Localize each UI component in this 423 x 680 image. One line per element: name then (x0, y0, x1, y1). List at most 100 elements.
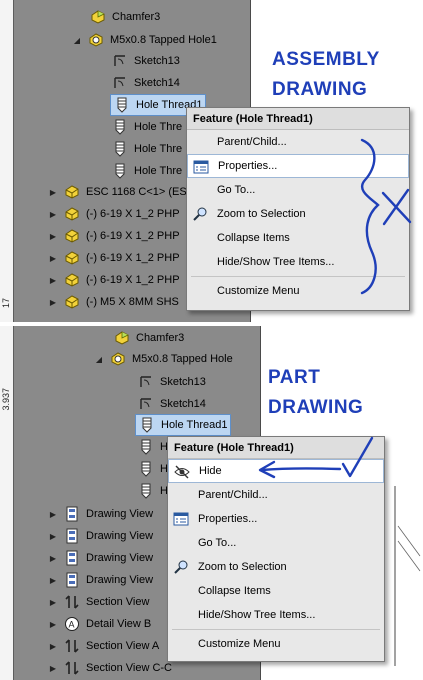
tree-item-sketch13[interactable]: Sketch13 (112, 50, 180, 72)
expand-arrow-icon[interactable]: ▶ (48, 598, 58, 607)
menu-item-go-to[interactable]: Go To... (168, 531, 384, 555)
ruler-label: 3.937 (1, 388, 11, 411)
tree-item-hole-thread[interactable]: Hole Thre (112, 138, 182, 160)
expand-arrow-icon[interactable]: ▶ (48, 664, 58, 673)
tree-item-section-view[interactable]: ▶ Section View C-C (48, 657, 172, 679)
part-icon (64, 272, 80, 288)
tree-item-component[interactable]: ▶ (-) M5 X 8MM SHS (48, 291, 179, 313)
expand-arrow-icon[interactable]: ▶ (48, 576, 58, 585)
sketch-icon (138, 396, 154, 412)
tree-item-label: (-) 6-19 X 1_2 PHP (86, 208, 180, 220)
tree-item-chamfer3[interactable]: Chamfer3 (114, 327, 184, 349)
tree-item-sketch14[interactable]: Sketch14 (112, 72, 180, 94)
chamfer-icon (90, 9, 106, 25)
cosmetic-thread-icon (112, 119, 128, 135)
tree-item-drawing-view[interactable]: ▶ Drawing View (48, 569, 153, 591)
zoom-icon (192, 206, 208, 222)
expand-arrow-icon[interactable]: ▶ (48, 210, 58, 219)
tree-item-hole-thread[interactable]: Hole Thre (112, 160, 182, 182)
section-view-icon (64, 638, 80, 654)
menu-item-parent-child[interactable]: Parent/Child... (168, 483, 384, 507)
ruler-label: 17 (1, 298, 11, 309)
menu-item-zoom-to-selection[interactable]: Zoom to Selection (168, 555, 384, 579)
menu-item-label: Collapse Items (198, 585, 271, 597)
tree-item-section-view[interactable]: ▶ Section View (48, 591, 149, 613)
tree-item-label: M5x0.8 Tapped Hole1 (110, 34, 217, 46)
collapse-arrow-icon[interactable]: ◢ (72, 36, 82, 45)
tree-item-label: Chamfer3 (112, 11, 161, 23)
menu-item-customize-menu[interactable]: Customize Menu (187, 279, 409, 303)
tree-item-tapped-hole[interactable]: ◢ M5x0.8 Tapped Hole1 (72, 29, 217, 51)
tree-item-detail-view[interactable]: ▶ A Detail View B (48, 613, 151, 635)
tree-item-hole-thread[interactable]: H (138, 480, 168, 502)
expand-arrow-icon[interactable]: ▶ (48, 276, 58, 285)
menu-item-customize-menu[interactable]: Customize Menu (168, 632, 384, 656)
chamfer-icon (114, 330, 130, 346)
tree-item-label: Hole Thre (134, 121, 183, 133)
part-icon (64, 250, 80, 266)
tree-item-label: Drawing View (86, 552, 154, 564)
menu-item-hide-show-tree-items[interactable]: Hide/Show Tree Items... (187, 250, 409, 274)
menu-item-properties[interactable]: Properties... (187, 154, 409, 178)
expand-arrow-icon[interactable]: ▶ (48, 510, 58, 519)
tree-item-component[interactable]: ▶ (-) 6-19 X 1_2 PHP (48, 203, 180, 225)
menu-item-collapse-items[interactable]: Collapse Items (168, 579, 384, 603)
context-menu: Feature (Hole Thread1) Hide Parent/Child… (167, 436, 385, 662)
tree-item-drawing-view[interactable]: ▶ Drawing View (48, 503, 153, 525)
tree-item-label: Hole Thread1 (161, 419, 228, 431)
menu-item-parent-child[interactable]: Parent/Child... (187, 130, 409, 154)
expand-arrow-icon[interactable]: ▶ (48, 554, 58, 563)
menu-item-zoom-to-selection[interactable]: Zoom to Selection (187, 202, 409, 226)
annotation-line: DRAWING (268, 397, 364, 418)
expand-arrow-icon[interactable]: ▶ (48, 298, 58, 307)
tree-item-drawing-view[interactable]: ▶ Drawing View (48, 525, 153, 547)
tree-item-chamfer3[interactable]: Chamfer3 (90, 6, 160, 28)
drawing-view-icon (64, 506, 80, 522)
sketch-icon (112, 75, 128, 91)
drawing-view-icon (64, 572, 80, 588)
collapse-arrow-icon[interactable]: ◢ (94, 355, 104, 364)
menu-item-label: Hide (199, 465, 222, 477)
annotation-text: ASSEMBLY DRAWING (272, 48, 380, 102)
tree-item-label: Section View A (86, 640, 160, 652)
expand-arrow-icon[interactable]: ▶ (48, 188, 58, 197)
menu-item-label: Go To... (217, 184, 256, 196)
tree-item-label: Section View (86, 596, 150, 608)
tree-item-tapped-hole[interactable]: ◢ M5x0.8 Tapped Hole (94, 348, 233, 370)
menu-item-go-to[interactable]: Go To... (187, 178, 409, 202)
menu-item-hide-show-tree-items[interactable]: Hide/Show Tree Items... (168, 603, 384, 627)
tree-item-hole-thread[interactable]: Hole Thre (112, 116, 182, 138)
vertical-ruler: 3.937 (0, 326, 14, 680)
tree-item-label: Drawing View (86, 508, 154, 520)
svg-text:A: A (69, 620, 75, 630)
tree-item-sketch14[interactable]: Sketch14 (138, 393, 206, 415)
tree-item-hole-thread[interactable]: H (138, 436, 168, 458)
menu-item-properties[interactable]: Properties... (168, 507, 384, 531)
menu-item-hide[interactable]: Hide (168, 459, 384, 483)
expand-arrow-icon[interactable]: ▶ (48, 620, 58, 629)
tree-item-label: Detail View B (86, 618, 152, 630)
expand-arrow-icon[interactable]: ▶ (48, 254, 58, 263)
tree-item-section-view[interactable]: ▶ Section View A (48, 635, 159, 657)
expand-arrow-icon[interactable]: ▶ (48, 532, 58, 541)
expand-arrow-icon[interactable]: ▶ (48, 642, 58, 651)
tree-item-component[interactable]: ▶ (-) 6-19 X 1_2 PHP (48, 225, 180, 247)
tree-item-component[interactable]: ▶ (-) 6-19 X 1_2 PHP (48, 269, 180, 291)
tree-item-label: Drawing View (86, 530, 154, 542)
tree-item-sketch13[interactable]: Sketch13 (138, 371, 206, 393)
tree-item-hole-thread[interactable]: H (138, 458, 168, 480)
annotation-line: ASSEMBLY (272, 49, 380, 70)
expand-arrow-icon[interactable]: ▶ (48, 232, 58, 241)
tree-item-drawing-view[interactable]: ▶ Drawing View (48, 547, 153, 569)
annotation-text: PART DRAWING (268, 366, 363, 420)
tree-item-component[interactable]: ▶ (-) 6-19 X 1_2 PHP (48, 247, 180, 269)
menu-item-label: Hide/Show Tree Items... (217, 256, 335, 268)
tree-item-hole-thread1[interactable]: Hole Thread1 (135, 414, 232, 436)
menu-item-collapse-items[interactable]: Collapse Items (187, 226, 409, 250)
tree-item-label: Section View C-C (86, 662, 172, 674)
tree-item-label: Chamfer3 (136, 332, 185, 344)
hide-eye-icon (174, 464, 190, 480)
properties-icon (193, 159, 209, 175)
menu-item-label: Hide/Show Tree Items... (198, 609, 316, 621)
tree-item-component[interactable]: ▶ ESC 1168 C<1> (ES (48, 181, 187, 203)
